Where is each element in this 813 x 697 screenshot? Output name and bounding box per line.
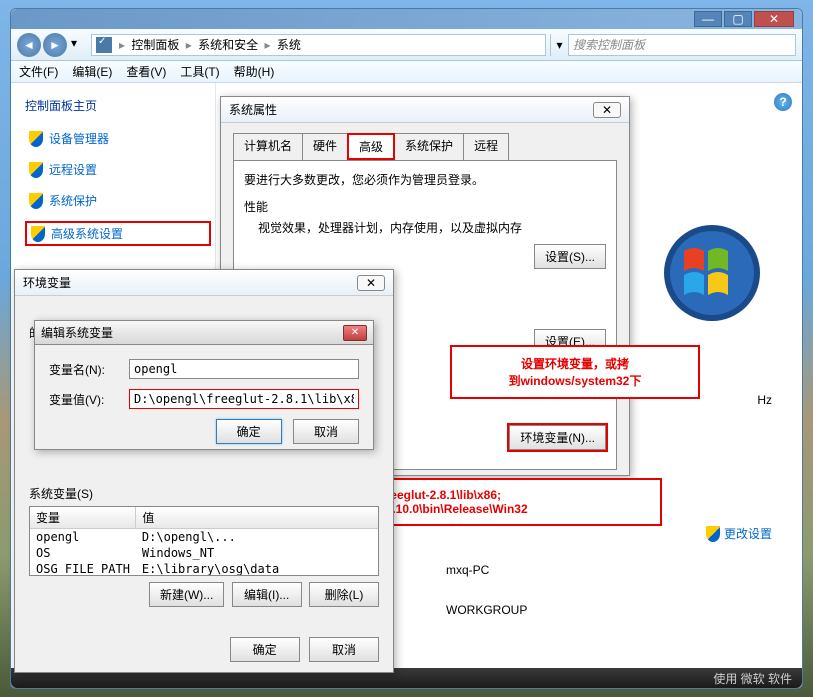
col-value[interactable]: 值 [136, 507, 379, 529]
nav-bar: ◄ ► ▾ ▸ 控制面板 ▸ 系统和安全 ▸ 系统 ▾ 搜索控制面板 [11, 29, 802, 61]
breadcrumb: ▸ 控制面板 ▸ 系统和安全 ▸ 系统 [116, 36, 301, 53]
menu-tools[interactable]: 工具(T) [180, 63, 219, 80]
breadcrumb-part[interactable]: 系统 [277, 38, 301, 52]
menu-help[interactable]: 帮助(H) [234, 63, 275, 80]
tab-remote[interactable]: 远程 [463, 133, 509, 160]
variable-value-input[interactable] [129, 389, 359, 409]
menu-file[interactable]: 文件(F) [19, 63, 58, 80]
environment-variables-button[interactable]: 环境变量(N)... [509, 425, 606, 450]
shield-icon [29, 162, 43, 178]
minimize-button[interactable]: — [694, 11, 722, 27]
shield-icon [31, 226, 45, 242]
system-vars-label: 系统变量(S) [29, 485, 379, 502]
help-icon[interactable]: ? [774, 93, 792, 111]
search-input[interactable]: 搜索控制面板 [568, 34, 796, 56]
performance-desc: 视觉效果，处理器计划，内存使用，以及虚拟内存 [258, 219, 606, 236]
close-icon[interactable]: ✕ [593, 102, 621, 118]
sidebar-item-remote[interactable]: 远程设置 [25, 159, 211, 180]
breadcrumb-part[interactable]: 控制面板 [131, 38, 179, 52]
tab-advanced[interactable]: 高级 [347, 133, 395, 160]
edit-button[interactable]: 编辑(I)... [232, 582, 302, 607]
nav-history-dropdown[interactable]: ▾ [71, 36, 83, 54]
annotation-env-note: 设置环境变量，或拷 到windows/system32下 [450, 345, 700, 399]
shield-icon [29, 131, 43, 147]
cancel-button[interactable]: 取消 [293, 419, 359, 444]
variable-name-input[interactable] [129, 359, 359, 379]
sidebar-title: 控制面板主页 [25, 97, 211, 114]
dialog-title: 系统属性 ✕ [221, 97, 629, 123]
table-row[interactable]: OSWindows_NT [30, 545, 379, 561]
maximize-button[interactable]: ▢ [724, 11, 752, 27]
col-variable[interactable]: 变量 [30, 507, 136, 529]
change-settings-link[interactable]: 更改设置 [706, 525, 772, 542]
dialog-title: 编辑系统变量 ✕ [35, 321, 373, 345]
sidebar-item-protection[interactable]: 系统保护 [25, 190, 211, 211]
menu-bar: 文件(F) 编辑(E) 查看(V) 工具(T) 帮助(H) [11, 61, 802, 83]
tab-system-protection[interactable]: 系统保护 [394, 133, 464, 160]
close-icon[interactable]: ✕ [357, 275, 385, 291]
computer-name-value: mxq-PC [446, 563, 489, 577]
variable-name-label: 变量名(N): [49, 361, 129, 378]
performance-settings-button[interactable]: 设置(S)... [534, 244, 606, 269]
edit-system-variable-dialog: 编辑系统变量 ✕ 变量名(N): 变量值(V): 确定 取消 [34, 320, 374, 450]
system-vars-list[interactable]: 变量值 openglD:\opengl\... OSWindows_NT OSG… [29, 506, 379, 576]
menu-edit[interactable]: 编辑(E) [72, 63, 112, 80]
control-panel-icon [96, 37, 112, 53]
workgroup-value: WORKGROUP [446, 603, 527, 617]
shield-icon [29, 193, 43, 209]
ok-button[interactable]: 确定 [216, 419, 282, 444]
sidebar-item-advanced-settings[interactable]: 高级系统设置 [25, 221, 211, 246]
breadcrumb-box[interactable]: ▸ 控制面板 ▸ 系统和安全 ▸ 系统 [91, 34, 546, 56]
sidebar-item-device-manager[interactable]: 设备管理器 [25, 128, 211, 149]
dialog-title: 环境变量 ✕ [15, 270, 393, 296]
tab-computer-name[interactable]: 计算机名 [233, 133, 303, 160]
admin-note: 要进行大多数更改，您必须作为管理员登录。 [244, 171, 606, 188]
windows-logo-icon [662, 223, 762, 323]
breadcrumb-dropdown[interactable]: ▾ [550, 34, 568, 56]
ok-button[interactable]: 确定 [230, 637, 300, 662]
close-icon[interactable]: ✕ [343, 325, 367, 341]
back-button[interactable]: ◄ [17, 33, 41, 57]
variable-value-label: 变量值(V): [49, 391, 129, 408]
table-row[interactable]: OSG_FILE_PATHE:\library\osg\data [30, 561, 379, 576]
tab-bar: 计算机名 硬件 高级 系统保护 远程 [221, 123, 629, 160]
forward-button[interactable]: ► [43, 33, 67, 57]
close-button[interactable]: ✕ [754, 11, 794, 27]
shield-icon [706, 526, 720, 542]
performance-label: 性能 [244, 198, 606, 215]
menu-view[interactable]: 查看(V) [126, 63, 166, 80]
new-button[interactable]: 新建(W)... [149, 582, 224, 607]
table-row[interactable]: openglD:\opengl\... [30, 529, 379, 546]
processor-hz-label: Hz [757, 393, 772, 407]
breadcrumb-part[interactable]: 系统和安全 [198, 38, 258, 52]
titlebar: — ▢ ✕ [11, 9, 802, 29]
delete-button[interactable]: 删除(L) [309, 582, 379, 607]
tab-hardware[interactable]: 硬件 [302, 133, 348, 160]
cancel-button[interactable]: 取消 [309, 637, 379, 662]
